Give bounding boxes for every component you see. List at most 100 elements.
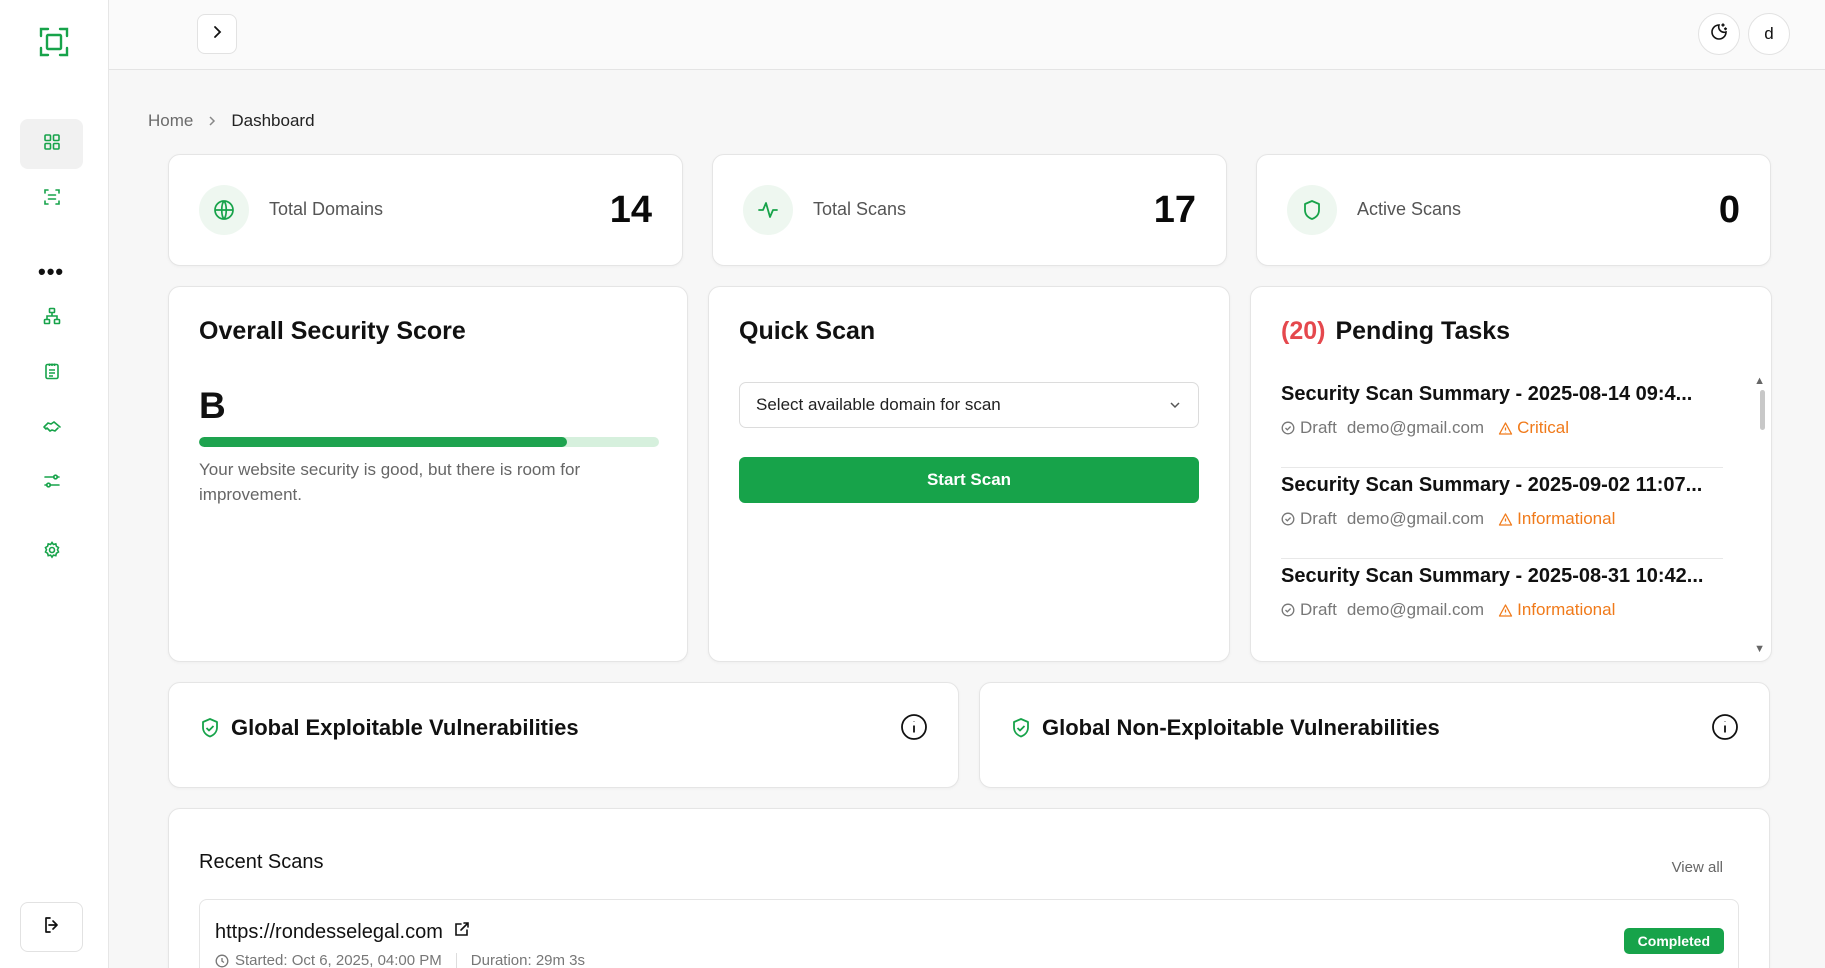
app-logo-icon[interactable]: [38, 26, 70, 58]
warning-icon: [1498, 512, 1513, 526]
sidebar-item-dashboard[interactable]: [20, 119, 83, 169]
clock-icon: [215, 954, 229, 967]
security-progress-bar: [199, 437, 659, 447]
task-severity: Informational: [1498, 600, 1615, 620]
check-circle-icon: [1281, 512, 1295, 526]
sidebar-item-scans[interactable]: [20, 174, 83, 224]
task-severity-label: Critical: [1517, 418, 1570, 437]
sliders-icon: [42, 471, 62, 496]
more-dots-icon[interactable]: •••: [38, 261, 64, 283]
domain-select-value: Select available domain for scan: [756, 395, 1001, 414]
theme-toggle-button[interactable]: [1698, 13, 1740, 55]
task-severity-label: Informational: [1517, 600, 1616, 619]
check-circle-icon: [1281, 603, 1295, 617]
scrollbar-thumb[interactable]: [1760, 390, 1765, 430]
shield-icon: [1287, 185, 1337, 235]
non-exploitable-vuln-title: Global Non-Exploitable Vulnerabilities: [1010, 715, 1440, 741]
task-status-label: Draft: [1300, 600, 1337, 619]
check-circle-icon: [1281, 421, 1295, 435]
task-title: Security Scan Summary - 2025-09-02 11:07…: [1281, 474, 1703, 496]
sidebar-item-reports[interactable]: [20, 348, 83, 398]
pending-tasks-card: (20) Pending Tasks Security Scan Summary …: [1250, 286, 1772, 662]
task-item[interactable]: Security Scan Summary - 2025-08-31 10:42…: [1281, 559, 1723, 632]
non-exploitable-vulnerabilities-card[interactable]: Global Non-Exploitable Vulnerabilities: [979, 682, 1770, 788]
handshake-icon: [42, 416, 62, 441]
status-badge: Completed: [1623, 928, 1724, 954]
recent-scans-title: Recent Scans: [199, 851, 324, 873]
domain-select[interactable]: Select available domain for scan: [739, 382, 1199, 428]
breadcrumb-current: Dashboard: [231, 111, 315, 130]
info-icon[interactable]: [900, 713, 928, 746]
security-score-title: Overall Security Score: [199, 317, 466, 345]
security-grade: B: [199, 385, 226, 426]
breadcrumb: Home Dashboard: [148, 111, 315, 131]
pending-task-list[interactable]: Security Scan Summary - 2025-08-14 09:4.…: [1281, 377, 1723, 632]
exploitable-vulnerabilities-card[interactable]: Global Exploitable Vulnerabilities: [168, 682, 959, 788]
scan-url-text[interactable]: https://rondesselegal.com: [215, 921, 443, 944]
task-email: demo@gmail.com: [1346, 418, 1485, 437]
stat-label: Total Domains: [269, 199, 384, 219]
breadcrumb-home[interactable]: Home: [148, 111, 193, 131]
scroll-down-arrow-icon[interactable]: ▼: [1754, 643, 1765, 655]
stat-card-total-domains: Total Domains 14: [168, 154, 683, 266]
recent-scans-card: Recent Scans View all https://rondessele…: [168, 808, 1770, 968]
stat-card-total-scans: Total Scans 17: [712, 154, 1227, 266]
gear-icon: [42, 540, 62, 565]
task-item[interactable]: Security Scan Summary - 2025-09-02 11:07…: [1281, 468, 1723, 559]
security-score-card: Overall Security Score B Your website se…: [168, 286, 688, 662]
top-bar: d: [109, 0, 1825, 70]
shield-check-icon: [202, 718, 218, 738]
sidebar: •••: [0, 0, 109, 968]
pending-count: (20): [1281, 317, 1326, 345]
task-item[interactable]: Security Scan Summary - 2025-08-14 09:4.…: [1281, 377, 1723, 468]
chevron-right-icon: [210, 25, 224, 44]
task-severity: Informational: [1498, 509, 1615, 529]
task-severity: Critical: [1498, 418, 1569, 438]
security-progress-fill: [199, 437, 567, 447]
scan-url: https://rondesselegal.com: [215, 920, 471, 944]
security-description: Your website security is good, but there…: [199, 460, 581, 504]
clipboard-icon: [42, 361, 62, 386]
warning-icon: [1498, 421, 1513, 435]
chevron-down-icon: [1168, 397, 1182, 417]
sidebar-item-partners[interactable]: [20, 403, 83, 453]
sidebar-item-settings-filters[interactable]: [20, 458, 83, 508]
expand-sidebar-button[interactable]: [197, 14, 237, 54]
external-link-icon[interactable]: [453, 920, 471, 944]
scan-row[interactable]: https://rondesselegal.com Started: Oct 6…: [199, 899, 1739, 968]
pending-tasks-title: (20) Pending Tasks: [1281, 317, 1510, 346]
scan-started: Started: Oct 6, 2025, 04:00 PM: [235, 952, 442, 968]
view-all-link[interactable]: View all: [1672, 859, 1723, 876]
stat-value: 0: [1718, 189, 1740, 231]
task-status: Draft: [1281, 509, 1337, 529]
shield-check-icon: [1013, 718, 1029, 738]
logout-icon: [42, 915, 62, 940]
task-title: Security Scan Summary - 2025-08-14 09:4.…: [1281, 383, 1693, 405]
activity-icon: [743, 185, 793, 235]
user-avatar[interactable]: d: [1748, 13, 1790, 55]
stat-label: Active Scans: [1357, 199, 1462, 219]
scan-icon: [42, 187, 62, 212]
task-status: Draft: [1281, 418, 1337, 438]
task-status-label: Draft: [1300, 418, 1337, 437]
exploitable-vuln-label: Global Exploitable Vulnerabilities: [231, 715, 579, 740]
task-status: Draft: [1281, 600, 1337, 620]
task-email: demo@gmail.com: [1346, 600, 1485, 619]
pending-title-text: Pending Tasks: [1335, 317, 1511, 345]
logout-button[interactable]: [20, 902, 83, 952]
globe-icon: [199, 185, 249, 235]
warning-icon: [1498, 603, 1513, 617]
task-severity-label: Informational: [1517, 509, 1616, 528]
meta-divider: [455, 952, 457, 968]
avatar-letter: d: [1764, 24, 1774, 43]
sidebar-item-settings[interactable]: [20, 527, 83, 577]
scan-duration: Duration: 29m 3s: [470, 952, 586, 968]
exploitable-vuln-title: Global Exploitable Vulnerabilities: [199, 715, 579, 741]
sidebar-item-network[interactable]: [20, 293, 83, 343]
stat-card-active-scans: Active Scans 0: [1256, 154, 1771, 266]
info-icon[interactable]: [1711, 713, 1739, 746]
start-scan-button[interactable]: Start Scan: [739, 457, 1199, 503]
stat-label: Total Scans: [813, 199, 907, 219]
scroll-up-arrow-icon[interactable]: ▲: [1754, 375, 1765, 387]
stat-value: 17: [1153, 189, 1196, 231]
